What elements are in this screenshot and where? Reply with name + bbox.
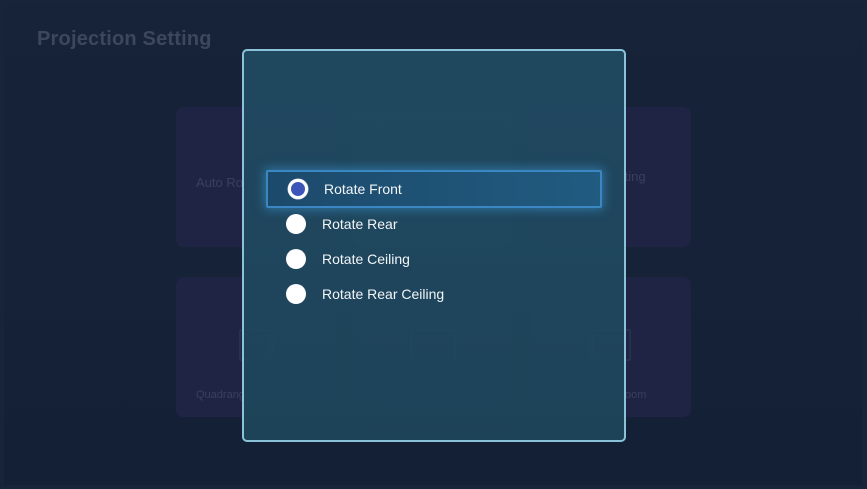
option-label: Rotate Ceiling [322,251,410,267]
rotation-dialog: Rotate Front Rotate Rear Rotate Ceiling … [242,49,626,442]
option-rotate-ceiling[interactable]: Rotate Ceiling [266,240,602,278]
radio-checked-icon [288,179,308,199]
option-rotate-front[interactable]: Rotate Front [266,170,602,208]
radio-unchecked-icon [286,249,306,269]
option-label: Rotate Rear [322,216,398,232]
projection-setting-screen: Projection Setting Auto Ro tting Quadran… [4,4,862,485]
option-rotate-rear[interactable]: Rotate Rear [266,205,602,243]
radio-unchecked-icon [286,284,306,304]
radio-unchecked-icon [286,214,306,234]
option-label: Rotate Front [324,181,402,197]
option-label: Rotate Rear Ceiling [322,286,445,302]
option-rotate-rear-ceiling[interactable]: Rotate Rear Ceiling [266,275,602,313]
